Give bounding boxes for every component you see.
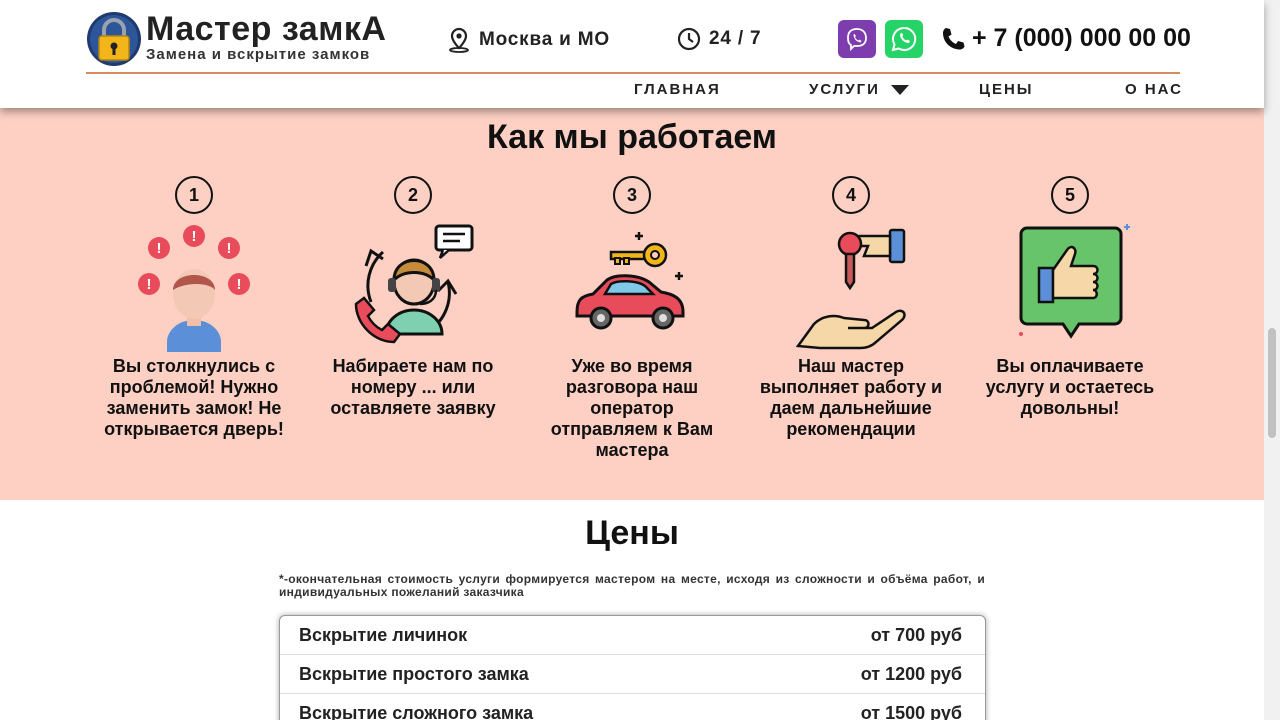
step-2: 2 Набираете нам по номеру ... или оставл… (313, 176, 513, 419)
operator-headset-icon (354, 224, 474, 344)
whatsapp-icon (891, 26, 917, 52)
section-title: Как мы работаем (487, 118, 777, 156)
service-price: от 700 руб (870, 624, 962, 645)
location-info: Москва и МО (447, 27, 610, 53)
svg-text:!: ! (157, 240, 162, 257)
nav-item-about[interactable]: О НАС (1125, 81, 1183, 98)
step-4: 4 Наш мастер выполняет работу и даем дал… (751, 176, 951, 440)
step-1: 1 !!! !! Вы столкнулись с проблемой! Нуж… (94, 176, 294, 440)
worried-person-icon: !!! !! (138, 225, 250, 352)
price-table: Вскрытие личинок от 700 руб Вскрытие про… (279, 615, 986, 720)
viber-button[interactable] (838, 20, 876, 58)
hand-over-key-icon (795, 228, 906, 350)
phone-link[interactable]: + 7 (000) 000 00 00 (940, 24, 1191, 53)
phone-icon (943, 27, 965, 49)
step-text: Вы оплачиваете услугу и остаетесь доволь… (985, 356, 1155, 418)
brand-subtitle: Замена и вскрытие замков (146, 46, 371, 63)
price-row: Вскрытие простого замка от 1200 руб (280, 655, 985, 694)
header-divider (86, 72, 1180, 74)
step-number: 1 (175, 176, 213, 214)
location-pin-icon (449, 27, 469, 53)
step-text: Набираете нам по номеру ... или оставляе… (330, 356, 496, 418)
svg-text:!: ! (227, 240, 232, 257)
location-text: Москва и МО (479, 29, 610, 50)
nav-item-home[interactable]: ГЛАВНАЯ (634, 81, 721, 98)
thumbs-up-icon (1019, 224, 1130, 339)
price-row: Вскрытие сложного замка от 1500 руб (280, 694, 985, 720)
service-price: от 1500 руб (860, 702, 962, 720)
svg-text:!: ! (237, 276, 242, 293)
phone-number: + 7 (000) 000 00 00 (972, 24, 1191, 52)
site-header: Мастер замкА Замена и вскрытие замков Мо… (0, 0, 1264, 108)
nav-label: ГЛАВНАЯ (634, 81, 721, 98)
step-text: Вы столкнулись с проблемой! Нужно замени… (104, 356, 284, 439)
svg-text:!: ! (147, 276, 152, 293)
step-number: 3 (613, 176, 651, 214)
nav-item-prices[interactable]: ЦЕНЫ (979, 81, 1033, 98)
service-price: от 1200 руб (860, 663, 962, 684)
page-scrollbar[interactable] (1264, 0, 1280, 720)
step-3: 3 Уже во время разговора наш оператор от… (532, 176, 732, 461)
viber-icon (847, 28, 867, 52)
service-name: Вскрытие простого замка (299, 663, 529, 684)
scrollbar-thumb[interactable] (1268, 328, 1276, 438)
nav-item-services[interactable]: УСЛУГИ (809, 81, 910, 98)
service-name: Вскрытие сложного замка (299, 702, 534, 720)
padlock-icon[interactable] (86, 11, 142, 67)
nav-label: О НАС (1125, 81, 1183, 98)
step-number: 5 (1051, 176, 1089, 214)
how-we-work-section: Как мы работаем 1 !!! !! Вы столкнулись … (0, 108, 1264, 500)
step-number: 2 (394, 176, 432, 214)
svg-text:!: ! (192, 228, 197, 245)
nav-label: ЦЕНЫ (979, 81, 1034, 98)
car-key-icon (575, 232, 685, 330)
hours-info: 24 / 7 (677, 27, 761, 51)
step-text: Уже во время разговора наш оператор отпр… (550, 356, 714, 460)
clock-icon (677, 27, 701, 51)
step-5: 5 Вы оплачиваете услугу и остаетесь дово… (970, 176, 1170, 419)
nav-label: УСЛУГИ (809, 81, 880, 98)
whatsapp-button[interactable] (885, 20, 923, 58)
hours-text: 24 / 7 (709, 28, 762, 49)
prices-title: Цены (585, 514, 679, 552)
step-text: Наш мастер выполняет работу и даем дальн… (759, 356, 943, 439)
dropdown-triangle-icon (890, 84, 909, 95)
service-name: Вскрытие личинок (299, 624, 468, 645)
step-number: 4 (832, 176, 870, 214)
prices-note: *-окончательная стоимость услуги формиру… (279, 572, 985, 599)
brand-title[interactable]: Мастер замкА (146, 10, 386, 49)
price-row: Вскрытие личинок от 700 руб (280, 616, 985, 655)
